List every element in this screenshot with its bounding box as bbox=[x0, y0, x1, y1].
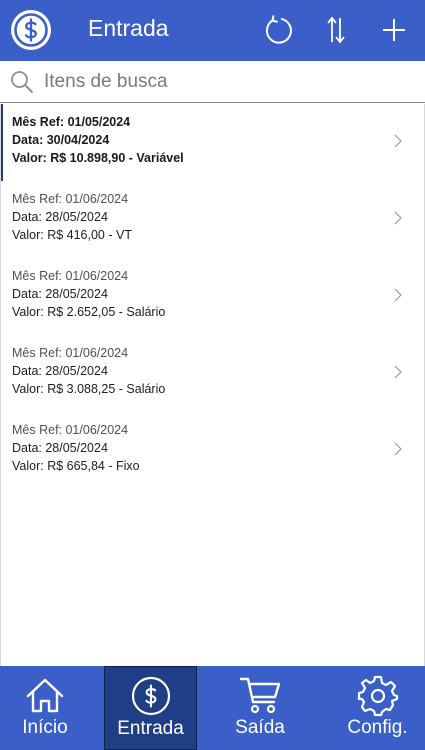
item-date: Data: 28/05/2024 bbox=[12, 210, 108, 224]
chevron-right-icon bbox=[394, 211, 402, 225]
nav-inicio[interactable]: Início bbox=[0, 666, 90, 750]
gear-icon bbox=[357, 675, 398, 717]
item-date: Data: 30/04/2024 bbox=[12, 133, 110, 147]
search-icon bbox=[11, 71, 34, 94]
item-date: Data: 28/05/2024 bbox=[12, 441, 108, 455]
dollar-circle-icon bbox=[131, 676, 170, 716]
search-bar bbox=[0, 61, 425, 103]
item-month-ref: Mês Ref: 01/06/2024 bbox=[12, 346, 129, 360]
list-item[interactable]: Mês Ref: 01/06/2024 Data: 28/05/2024 Val… bbox=[1, 412, 424, 489]
item-month-ref: Mês Ref: 01/05/2024 bbox=[12, 115, 131, 129]
item-value: Valor: R$ 3.088,25 - Salário bbox=[12, 382, 166, 396]
nav-label: Saída bbox=[235, 717, 285, 738]
item-month-ref: Mês Ref: 01/06/2024 bbox=[12, 269, 129, 283]
item-value: Valor: R$ 416,00 - VT bbox=[12, 228, 132, 242]
list-item[interactable]: Mês Ref: 01/05/2024 Data: 30/04/2024 Val… bbox=[1, 104, 424, 181]
sort-icon bbox=[327, 16, 345, 44]
nav-entrada[interactable]: Entrada bbox=[104, 666, 197, 750]
sort-button[interactable] bbox=[320, 13, 352, 47]
bottom-nav: Início Entrada Saída Config. bbox=[0, 666, 425, 750]
nav-label: Início bbox=[22, 717, 68, 738]
plus-icon bbox=[383, 19, 405, 41]
nav-config[interactable]: Config. bbox=[330, 666, 425, 750]
chevron-right-icon bbox=[394, 134, 402, 148]
dollar-circle-icon bbox=[11, 10, 51, 50]
list-item[interactable]: Mês Ref: 01/06/2024 Data: 28/05/2024 Val… bbox=[1, 181, 424, 258]
cart-icon bbox=[239, 677, 281, 714]
refresh-button[interactable] bbox=[262, 13, 294, 47]
item-value: Valor: R$ 665,84 - Fixo bbox=[12, 459, 140, 473]
page-title: Entrada bbox=[88, 15, 169, 41]
item-date: Data: 28/05/2024 bbox=[12, 364, 108, 378]
chevron-right-icon bbox=[394, 442, 402, 456]
list-item[interactable]: Mês Ref: 01/06/2024 Data: 28/05/2024 Val… bbox=[1, 258, 424, 335]
refresh-icon bbox=[265, 15, 292, 44]
nav-label: Config. bbox=[347, 717, 408, 738]
chevron-right-icon bbox=[394, 288, 402, 302]
nav-saida[interactable]: Saída bbox=[214, 666, 306, 750]
add-button[interactable] bbox=[378, 13, 410, 47]
list-item[interactable]: Mês Ref: 01/06/2024 Data: 28/05/2024 Val… bbox=[1, 335, 424, 412]
app-header: Entrada bbox=[0, 0, 425, 61]
nav-label: Entrada bbox=[117, 718, 184, 739]
item-value: Valor: R$ 2.652,05 - Salário bbox=[12, 305, 166, 319]
search-input[interactable] bbox=[44, 67, 414, 97]
item-month-ref: Mês Ref: 01/06/2024 bbox=[12, 423, 129, 437]
chevron-right-icon bbox=[394, 365, 402, 379]
home-icon bbox=[26, 678, 64, 713]
item-month-ref: Mês Ref: 01/06/2024 bbox=[12, 192, 129, 206]
entries-list: Mês Ref: 01/05/2024 Data: 30/04/2024 Val… bbox=[0, 104, 425, 666]
item-date: Data: 28/05/2024 bbox=[12, 287, 108, 301]
item-value: Valor: R$ 10.898,90 - Variável bbox=[12, 151, 184, 165]
